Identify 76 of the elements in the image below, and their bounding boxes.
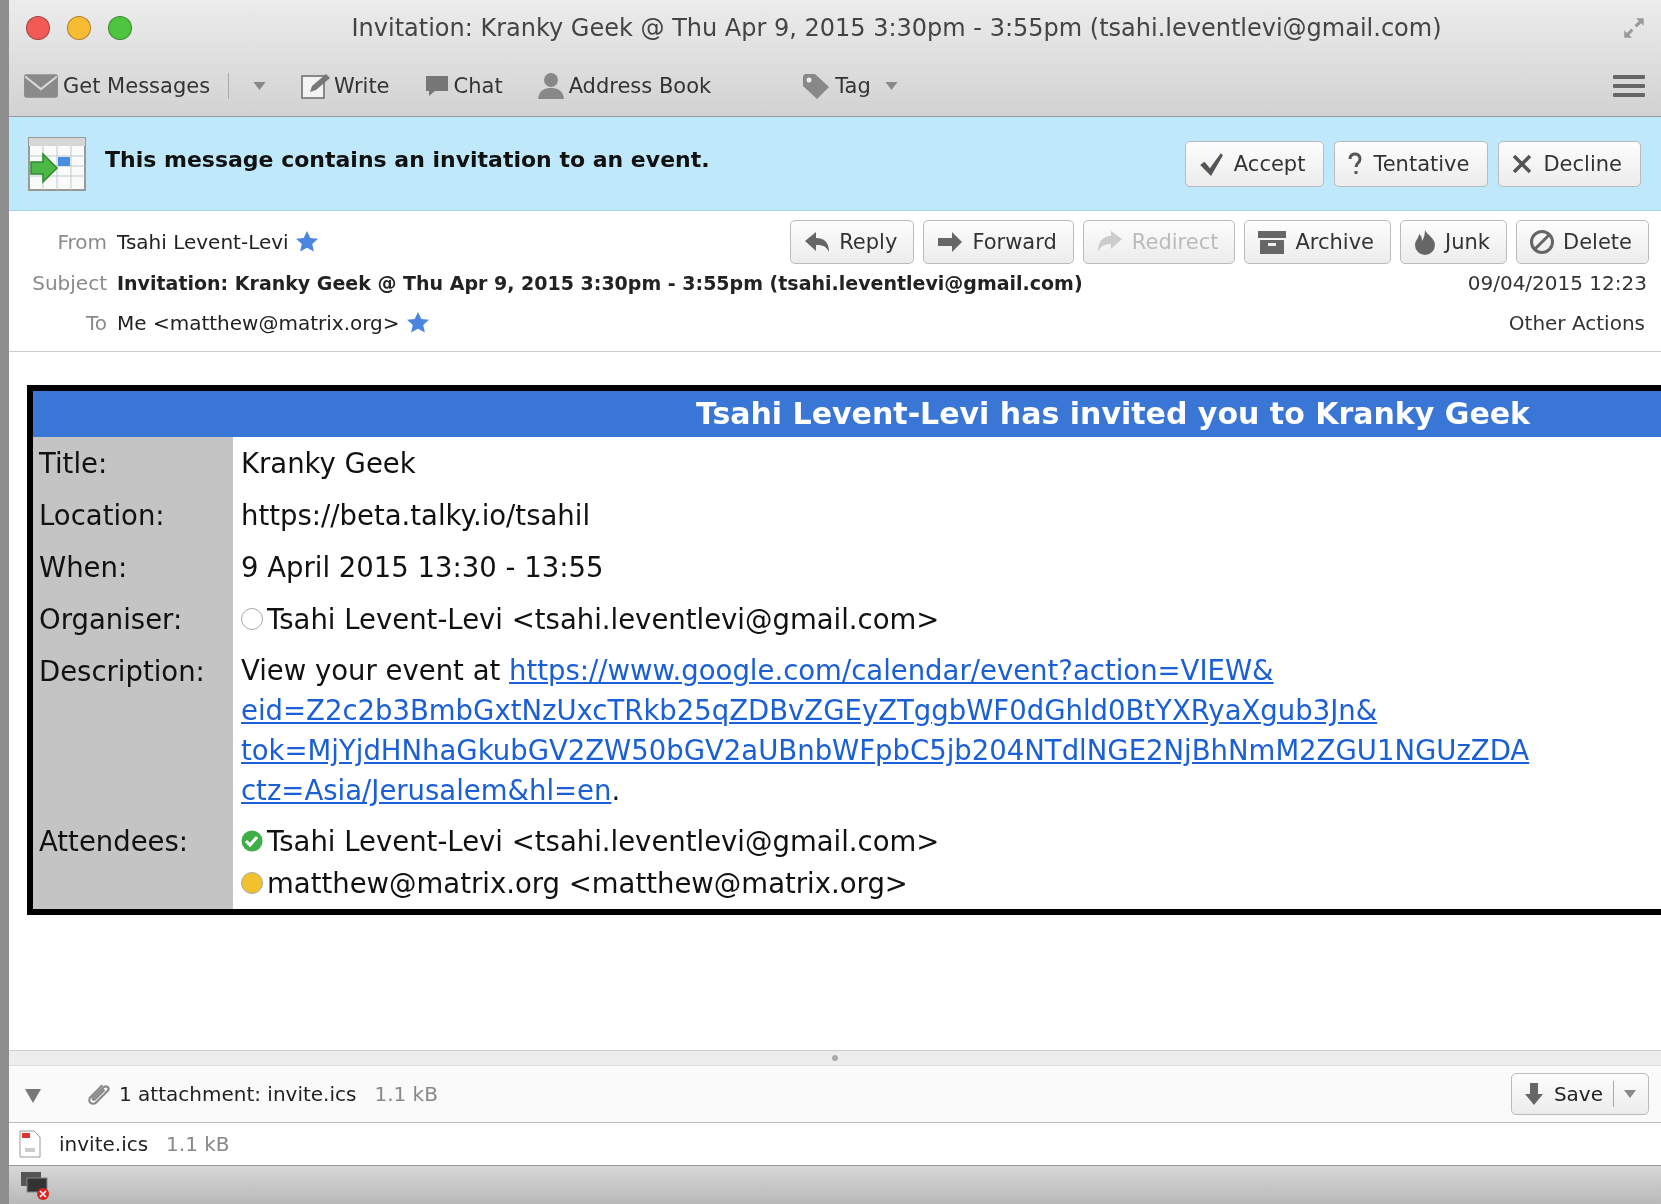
toolbar-button[interactable]: Get Messages <box>23 72 267 100</box>
invitation-button[interactable]: Decline <box>1498 140 1641 187</box>
save-button[interactable]: Save <box>1510 1073 1649 1115</box>
zoom-button[interactable] <box>108 16 132 40</box>
toolbar-button[interactable]: Chat <box>423 74 503 98</box>
flame-icon <box>1413 229 1437 255</box>
invitation-message: This message contains an invitation to an event. <box>105 147 711 172</box>
splitter-handle[interactable] <box>832 1055 838 1061</box>
star-icon[interactable] <box>405 311 430 335</box>
person-icon <box>536 72 565 100</box>
message-action-button[interactable]: Forward <box>923 220 1074 264</box>
attachment-size: 1.1 kB <box>374 1082 438 1106</box>
to-label: To <box>84 311 107 335</box>
from-label: From <box>56 230 107 254</box>
curved-arrow-icon <box>1095 230 1124 254</box>
envelope-icon <box>23 72 59 100</box>
message-action-button[interactable]: Reply <box>790 220 915 264</box>
invitation-button[interactable]: Tentative <box>1334 140 1489 187</box>
event-link[interactable]: tok=MjYjdHNhaGkubGV2ZW50bGV2aUBnbWFpbC5jb204NTdlNGE2NjBhNmM2ZGU1NGUzZDA <box>241 734 1530 766</box>
download-arrow-icon <box>1523 1082 1544 1106</box>
message-date: 09/04/2015 12:23 <box>1467 271 1648 295</box>
toolbar-button[interactable]: Tag <box>801 72 898 100</box>
event-link[interactable]: https://www.google.com/calendar/event?action=VIEW& <box>509 654 1274 686</box>
prohibited-sign-icon <box>1529 229 1555 255</box>
other-actions-button[interactable]: Other Actions <box>1508 311 1649 335</box>
caret-icon <box>1624 1090 1636 1098</box>
field-label: Title: <box>33 437 233 489</box>
chat-bubble-icon <box>423 74 450 98</box>
fullscreen-icon[interactable] <box>1621 15 1647 41</box>
pencil-icon <box>300 72 331 100</box>
star-icon[interactable] <box>294 230 319 254</box>
field-label: When: <box>33 541 233 593</box>
caret-icon <box>253 82 267 90</box>
cross-icon <box>1511 152 1534 175</box>
calendar-icon <box>27 135 87 192</box>
window-title: Invitation: Kranky Geek @ Thu Apr 9, 2015 3:30pm - 3:55pm (tsahi.leventlevi@gmail.com) <box>350 14 1443 42</box>
question-mark-icon <box>1347 151 1364 176</box>
subject-text: Invitation: Kranky Geek @ Thu Apr 9, 2015 3:30pm - 3:55pm (tsahi.leventlevi@gmail.com) <box>117 272 1083 294</box>
event-title: Kranky Geek <box>240 446 417 481</box>
message-action-button[interactable]: Archive <box>1244 220 1391 264</box>
invitation-heading: Tsahi Levent-Levi has invited you to Kranky Geek <box>33 391 1661 437</box>
description-text: View your event at <box>241 654 502 686</box>
tag-icon <box>801 72 832 100</box>
toolbar-button[interactable]: Address Book <box>536 72 712 100</box>
event-link[interactable]: eid=Z2c2b3BmbGxtNzUxcTRkb25qZDBvZGEyZTggbWF0dGhld0BtYXRyaXgub3Jn& <box>241 694 1378 726</box>
caret-icon <box>884 82 898 90</box>
message-action-button[interactable]: Junk <box>1400 220 1507 264</box>
field-label: Attendees: <box>33 815 233 909</box>
attendee-name: matthew@matrix.org <matthew@matrix.org> <box>267 866 908 901</box>
right-arrow-icon <box>936 230 965 254</box>
attendee-name: Tsahi Levent-Levi <tsahi.leventlevi@gmail.com> <box>267 824 940 859</box>
sender-name: Tsahi Levent-Levi <box>117 230 289 254</box>
attachment-size: 1.1 kB <box>166 1132 230 1156</box>
file-icon <box>19 1130 41 1158</box>
subject-label: Subject <box>31 271 107 295</box>
field-label: Location: <box>33 489 233 541</box>
event-location: https://beta.talky.io/tsahil <box>240 498 592 533</box>
minimize-button[interactable] <box>67 16 91 40</box>
message-action-button[interactable]: Delete <box>1516 220 1649 264</box>
close-button[interactable] <box>26 16 50 40</box>
attachment-summary: 1 attachment: invite.ics <box>119 1082 357 1106</box>
recipient-address: Me <matthew@matrix.org> <box>117 311 400 335</box>
description-text: . <box>611 774 621 806</box>
expand-triangle-icon[interactable] <box>25 1089 41 1103</box>
invitation-button[interactable]: Accept <box>1184 140 1325 187</box>
attachment-name[interactable]: invite.ics <box>59 1132 149 1156</box>
offline-status-icon[interactable] <box>19 1170 51 1200</box>
toolbar-button[interactable]: Write <box>300 72 390 100</box>
reply-arrow-icon <box>803 230 832 254</box>
event-time: 9 April 2015 13:30 - 13:55 <box>240 550 605 585</box>
organiser-name: Tsahi Levent-Levi <tsahi.leventlevi@gmail.com> <box>267 602 940 637</box>
field-label: Organiser: <box>33 593 233 645</box>
field-label: Description: <box>33 645 233 815</box>
event-link[interactable]: ctz=Asia/Jerusalem&hl=en <box>241 774 612 806</box>
menu-icon[interactable] <box>1613 74 1645 98</box>
archive-box-icon <box>1257 229 1288 255</box>
